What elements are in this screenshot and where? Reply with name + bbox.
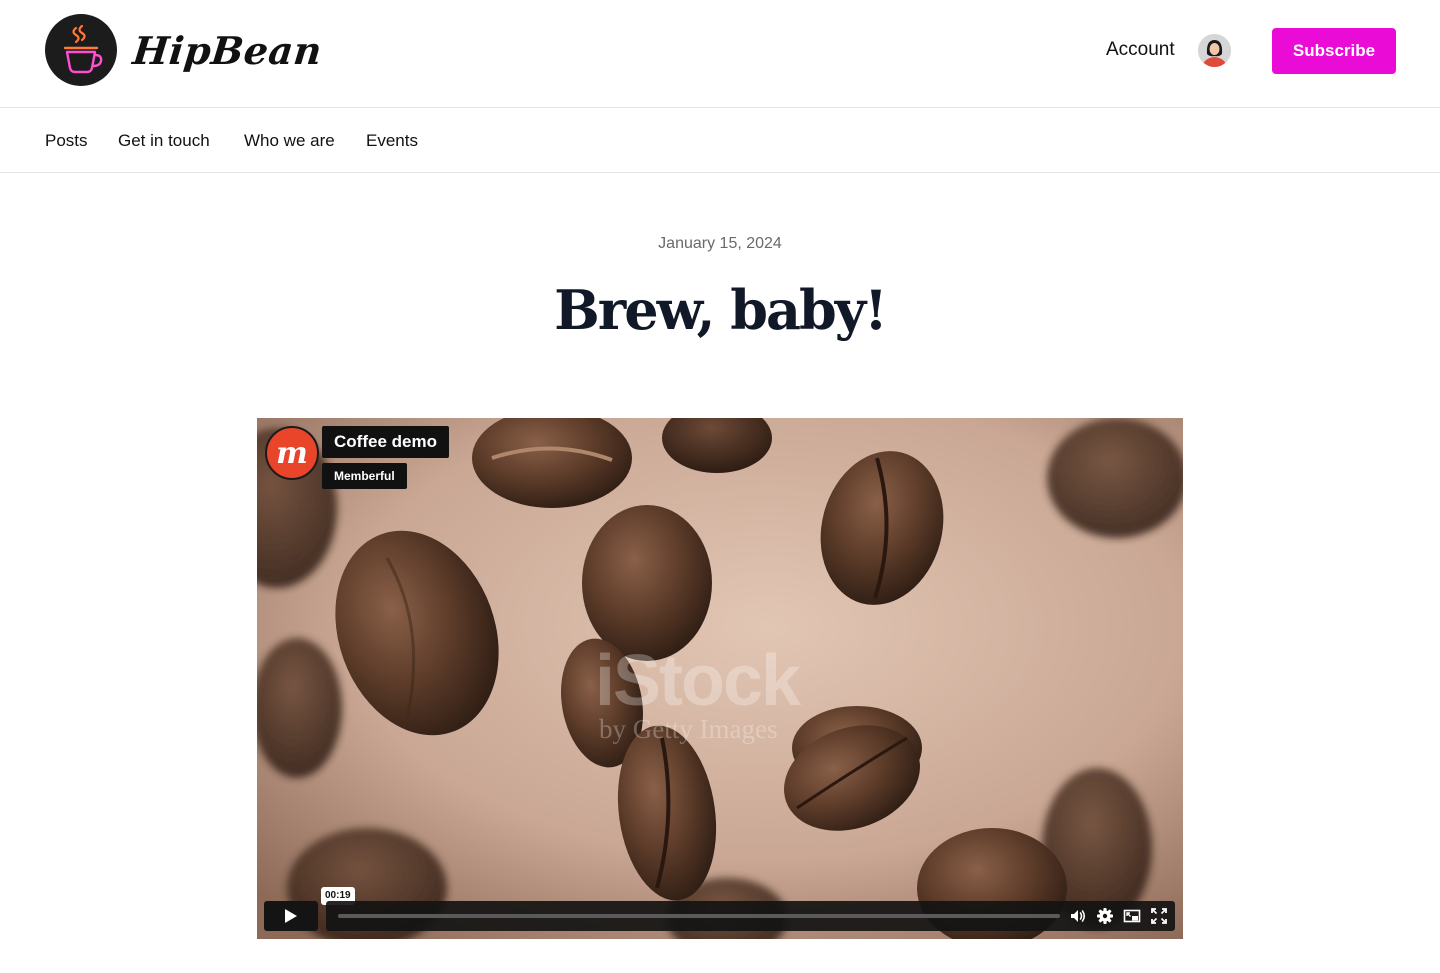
settings-gear-icon[interactable] — [1096, 907, 1114, 925]
channel-logo[interactable]: m — [265, 426, 319, 480]
avatar-icon[interactable] — [1198, 34, 1231, 67]
post-title: Brew, baby! — [554, 278, 888, 342]
site-header: HipBean Account Subscribe — [0, 0, 1440, 108]
coffee-cup-logo-icon[interactable] — [45, 14, 117, 86]
play-icon — [285, 909, 297, 923]
video-control-bar — [326, 901, 1175, 931]
fullscreen-icon[interactable] — [1150, 907, 1168, 925]
nav-item-who-we-are[interactable]: Who we are — [244, 131, 335, 151]
account-link[interactable]: Account — [1106, 39, 1175, 61]
nav-item-get-in-touch[interactable]: Get in touch — [118, 131, 210, 151]
subscribe-button[interactable]: Subscribe — [1272, 28, 1396, 74]
nav-item-events[interactable]: Events — [366, 131, 418, 151]
brand-wordmark[interactable]: HipBean — [131, 28, 325, 73]
volume-icon[interactable] — [1069, 907, 1087, 925]
video-progress-bar[interactable] — [338, 914, 1060, 918]
video-player[interactable]: iStock by Getty Images m Coffee demo Mem… — [257, 418, 1183, 939]
main-navigation: Posts Get in touch Who we are Events — [0, 108, 1440, 173]
nav-item-posts[interactable]: Posts — [45, 131, 88, 151]
post-date: January 15, 2024 — [658, 235, 782, 252]
video-title[interactable]: Coffee demo — [322, 426, 449, 458]
video-channel-name[interactable]: Memberful — [322, 463, 407, 489]
video-watermark-sub: by Getty Images — [599, 714, 778, 744]
video-watermark: iStock — [595, 641, 801, 721]
picture-in-picture-icon[interactable] — [1123, 907, 1141, 925]
play-button[interactable] — [264, 901, 318, 931]
